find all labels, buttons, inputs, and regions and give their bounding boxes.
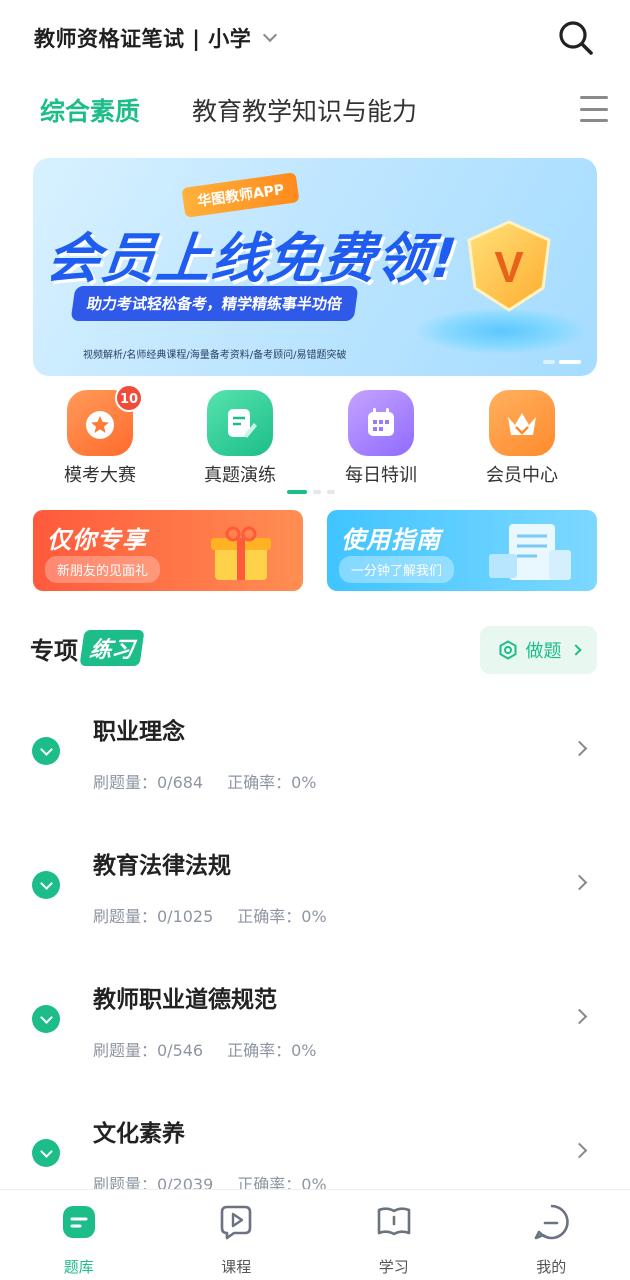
menu-icon[interactable] — [580, 96, 608, 122]
check-circle-icon — [32, 737, 60, 765]
chevron-down-icon[interactable] — [263, 27, 278, 43]
check-circle-icon — [32, 1005, 60, 1033]
banner-subline: 助力考试轻松备考，精学精练事半功倍 — [70, 286, 359, 321]
nav-item-mine[interactable]: 我的 — [473, 1190, 630, 1280]
medal-icon: 10 — [67, 384, 143, 456]
chevron-right-icon — [571, 1008, 588, 1025]
chevron-right-icon — [569, 644, 582, 656]
nav-item-study[interactable]: 学习 — [315, 1190, 473, 1280]
nav-label: 题库 — [63, 1258, 94, 1276]
nav-item-courses[interactable]: 课程 — [158, 1190, 316, 1280]
banner-footnote: 视频解析/名师经典课程/海量备考资料/备考顾问/易错题突破 — [83, 350, 347, 361]
quick-entry-label: 真题演练 — [204, 465, 276, 486]
check-circle-icon — [32, 871, 60, 899]
promo-title: 使用指南 — [341, 526, 441, 554]
practice-title: 教育法律法规 — [93, 853, 231, 879]
practice-accuracy: 正确率：0% — [227, 773, 317, 792]
edit-icon — [207, 390, 273, 456]
top-header: 教师资格证笔试 | 小学 — [0, 0, 630, 76]
banner-carousel-dots — [543, 360, 581, 364]
bottom-nav: 题库 课程 学习 我的 — [0, 1189, 630, 1280]
quick-entry-label: 每日特训 — [345, 465, 417, 486]
hexagon-icon — [499, 640, 516, 660]
question-bank-icon — [62, 1206, 95, 1238]
course-play-icon — [220, 1205, 252, 1240]
do-questions-button[interactable]: 做题 — [480, 626, 597, 674]
notification-badge: 10 — [115, 384, 143, 412]
banner-badge: 华图教师APP — [181, 172, 300, 218]
nav-label: 课程 — [221, 1258, 252, 1276]
check-circle-icon — [32, 1139, 60, 1167]
practice-row[interactable]: 教师职业道德规范 刷题量：0/546 正确率：0% — [0, 950, 630, 1084]
practice-stats: 刷题量：0/684 正确率：0% — [93, 769, 341, 793]
quick-entry-daily-training[interactable]: 每日特训 — [321, 388, 441, 487]
practice-accuracy: 正确率：0% — [227, 1041, 317, 1060]
promo-card-guide[interactable]: 使用指南 一分钟了解我们 — [327, 510, 597, 591]
banner-headline: 会员上线免费领! — [43, 227, 461, 290]
practice-row[interactable]: 教育法律法规 刷题量：0/1025 正确率：0% — [0, 816, 630, 950]
practice-count: 刷题量：0/546 — [93, 1041, 204, 1060]
promo-banner[interactable]: 华图教师APP 会员上线免费领! 助力考试轻松备考，精学精练事半功倍 视频解析/… — [33, 158, 597, 376]
promo-subtitle: 一分钟了解我们 — [339, 556, 455, 583]
practice-title: 职业理念 — [93, 719, 185, 745]
quick-entry-grid: 10 模考大赛 真题演练 每日特训 会员中心 — [0, 384, 630, 488]
do-questions-label: 做题 — [525, 641, 562, 662]
practice-row[interactable]: 职业理念 刷题量：0/684 正确率：0% — [0, 682, 630, 816]
exam-selector-title[interactable]: 教师资格证笔试 | 小学 — [34, 23, 251, 53]
section-title-main: 专项 — [30, 636, 78, 665]
nav-item-question-bank[interactable]: 题库 — [0, 1190, 158, 1280]
chevron-right-icon — [571, 874, 588, 891]
crown-icon — [489, 390, 555, 456]
profile-chat-icon — [534, 1204, 570, 1240]
nav-label: 我的 — [536, 1258, 567, 1276]
banner-pedestal — [417, 308, 587, 354]
quick-entry-pager — [287, 490, 335, 494]
practice-accuracy: 正确率：0% — [237, 907, 327, 926]
quick-entry-past-papers[interactable]: 真题演练 — [180, 388, 300, 487]
document-illustration-icon — [489, 524, 571, 580]
practice-title: 教师职业道德规范 — [93, 987, 277, 1013]
search-icon[interactable] — [556, 18, 596, 58]
subject-tabs: 综合素质 教育教学知识与能力 — [0, 82, 630, 138]
promo-subtitle: 新朋友的见面礼 — [45, 556, 161, 583]
vip-shield-icon: V — [467, 220, 551, 312]
promo-title: 仅你专享 — [47, 526, 147, 554]
chevron-right-icon — [571, 740, 588, 757]
promo-card-newcomer[interactable]: 仅你专享 新朋友的见面礼 — [33, 510, 303, 591]
practice-stats: 刷题量：0/1025 正确率：0% — [93, 903, 351, 927]
section-title-highlight: 练习 — [79, 630, 145, 666]
tab-education-knowledge[interactable]: 教育教学知识与能力 — [192, 92, 417, 128]
quick-entry-mock-exam[interactable]: 10 模考大赛 — [40, 384, 160, 487]
practice-title: 文化素养 — [93, 1121, 185, 1147]
vip-shield-letter: V — [494, 243, 524, 292]
section-title: 专项 练习 — [30, 630, 145, 666]
study-book-icon — [377, 1207, 411, 1236]
chevron-right-icon — [571, 1142, 588, 1159]
quick-entry-label: 模考大赛 — [64, 465, 136, 486]
calendar-icon — [348, 390, 414, 456]
gift-box-icon — [211, 526, 271, 580]
quick-entry-label: 会员中心 — [486, 465, 558, 486]
nav-label: 学习 — [378, 1258, 409, 1276]
practice-count: 刷题量：0/1025 — [93, 907, 214, 926]
practice-stats: 刷题量：0/546 正确率：0% — [93, 1037, 341, 1061]
practice-count: 刷题量：0/684 — [93, 773, 204, 792]
tab-comprehensive-quality[interactable]: 综合素质 — [40, 92, 140, 128]
quick-entry-member-center[interactable]: 会员中心 — [462, 388, 582, 487]
